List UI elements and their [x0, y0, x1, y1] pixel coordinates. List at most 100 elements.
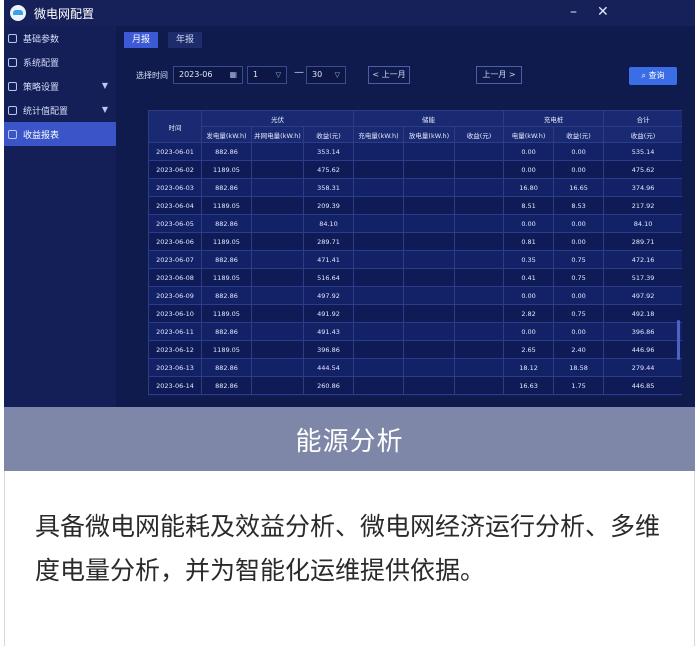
- col-subheader: 收益(元): [302, 126, 355, 143]
- window-title: 微电网配置: [34, 6, 95, 21]
- table-cell: 2.65: [503, 340, 555, 359]
- table-row: 2023-06-06 1189.05 289.71 0.81 0.00 289.71: [148, 232, 682, 251]
- table-group-header-row: 时间 光伏 储能 充电桩 合计: [148, 110, 682, 143]
- table-cell: [353, 268, 405, 287]
- table-cell: 18.58: [553, 358, 605, 377]
- col-subheader: 收益(元): [603, 126, 682, 143]
- table-cell: [353, 214, 405, 233]
- sidebar-item-label: 收益报表: [23, 130, 60, 141]
- table-cell: 446.85: [603, 376, 682, 395]
- table-row: 2023-06-11 882.86 491.43 0.00 0.00 396.86: [148, 322, 682, 341]
- prev-month-button[interactable]: < 上一月: [368, 66, 410, 84]
- table-cell: [403, 142, 456, 161]
- sidebar: 基础参数 系统配置 策略设置 ▼ 统计值配置 ▼ 收益报表: [4, 26, 116, 410]
- month-picker[interactable]: 2023-06 ▦: [173, 66, 243, 84]
- col-subheader: 收益(元): [454, 126, 505, 143]
- tab-monthly[interactable]: 月报: [124, 32, 159, 48]
- description-text: 具备微电网能耗及效益分析、微电网经济运行分析、多维度电量分析，并为智能化运维提供…: [35, 512, 661, 585]
- table-cell: 0.00: [503, 214, 555, 233]
- table-cell: [403, 322, 456, 341]
- table-row: 2023-06-12 1189.05 396.86 2.65 2.40 446.96: [148, 340, 682, 359]
- table-cell: 0.41: [503, 268, 555, 287]
- table-cell: 882.86: [201, 142, 252, 161]
- table-cell: [353, 340, 405, 359]
- table-cell: [251, 376, 304, 395]
- table-cell: [251, 178, 304, 197]
- sidebar-item-basic-params[interactable]: 基础参数: [4, 26, 116, 50]
- table-cell: 1189.05: [201, 196, 252, 215]
- stats-icon: [8, 105, 17, 115]
- table-cell: [403, 340, 456, 359]
- table-cell: 279.44: [603, 358, 682, 377]
- table-cell: 475.62: [302, 160, 355, 179]
- table-cell: [454, 286, 505, 305]
- table-cell: 16.63: [503, 376, 555, 395]
- table-row: 2023-06-05 882.86 84.10 0.00 0.00 84.10: [148, 214, 682, 233]
- day-start-select[interactable]: 1 ▽: [247, 66, 287, 84]
- table-cell: [403, 178, 456, 197]
- table-cell: [454, 376, 505, 395]
- table-cell: 0.00: [553, 286, 605, 305]
- table-cell: 2023-06-08: [148, 268, 202, 287]
- table-cell: 2023-06-04: [148, 196, 202, 215]
- table-cell: [251, 196, 304, 215]
- table-cell: [353, 232, 405, 251]
- table-cell: 2023-06-07: [148, 250, 202, 269]
- table-cell: 0.81: [503, 232, 555, 251]
- table-cell: 475.62: [603, 160, 682, 179]
- table-cell: [251, 232, 304, 251]
- table-cell: [403, 232, 456, 251]
- table-cell: [353, 322, 405, 341]
- col-header-storage: 储能: [353, 110, 505, 127]
- range-dash: —: [294, 67, 304, 78]
- table-cell: [251, 142, 304, 161]
- chevron-down-icon: ▼: [101, 81, 108, 90]
- table-cell: 0.75: [553, 268, 605, 287]
- sidebar-item-revenue-report[interactable]: 收益报表: [4, 122, 116, 146]
- col-subheader: 并网电量(kW.h): [251, 126, 304, 143]
- grid-icon: [8, 57, 17, 67]
- table-cell: [403, 268, 456, 287]
- sidebar-item-strategy[interactable]: 策略设置 ▼: [4, 74, 116, 98]
- col-header-total: 合计: [603, 110, 682, 127]
- table-cell: 882.86: [201, 286, 252, 305]
- sidebar-item-system-config[interactable]: 系统配置: [4, 50, 116, 74]
- tab-yearly[interactable]: 年报: [168, 32, 203, 48]
- day-end-select[interactable]: 30 ▽: [306, 66, 346, 84]
- table-cell: [353, 376, 405, 395]
- day-start-value: 1: [253, 70, 259, 79]
- table-cell: 2023-06-09: [148, 286, 202, 305]
- table-cell: [403, 160, 456, 179]
- table-cell: [353, 358, 405, 377]
- table-cell: [251, 214, 304, 233]
- main-panel: 月报 年报 选择时间 2023-06 ▦ 1 ▽ — 30 ▽ < 上一月 上一…: [116, 26, 695, 410]
- table-cell: [454, 142, 505, 161]
- chevron-down-icon: ▽: [275, 71, 281, 79]
- table-scrollbar[interactable]: [677, 320, 680, 360]
- table-cell: 516.64: [302, 268, 355, 287]
- table-cell: [353, 160, 405, 179]
- close-button[interactable]: ✕: [597, 3, 609, 21]
- col-subheader: 收益(元): [553, 126, 605, 143]
- report-tabs: 月报 年报: [124, 32, 212, 48]
- table-cell: 2023-06-06: [148, 232, 202, 251]
- table-cell: [454, 250, 505, 269]
- next-month-button[interactable]: 上一月 >: [476, 66, 522, 84]
- search-icon: ⌕: [641, 71, 646, 80]
- table-row: 2023-06-01 882.86 353.14 0.00 0.00 535.14: [148, 142, 682, 161]
- table-cell: 2023-06-14: [148, 376, 202, 395]
- table-cell: 217.92: [603, 196, 682, 215]
- gear-icon: [8, 33, 17, 43]
- minimize-button[interactable]: –: [570, 3, 577, 21]
- table-cell: [403, 286, 456, 305]
- table-cell: 882.86: [201, 376, 252, 395]
- table-cell: 0.00: [553, 160, 605, 179]
- table-cell: 1189.05: [201, 304, 252, 323]
- table-cell: 2023-06-13: [148, 358, 202, 377]
- sidebar-item-stats-config[interactable]: 统计值配置 ▼: [4, 98, 116, 122]
- query-button[interactable]: ⌕ 查询: [629, 67, 677, 85]
- table-cell: 84.10: [603, 214, 682, 233]
- table-cell: [251, 250, 304, 269]
- table-cell: [454, 196, 505, 215]
- table-cell: [251, 268, 304, 287]
